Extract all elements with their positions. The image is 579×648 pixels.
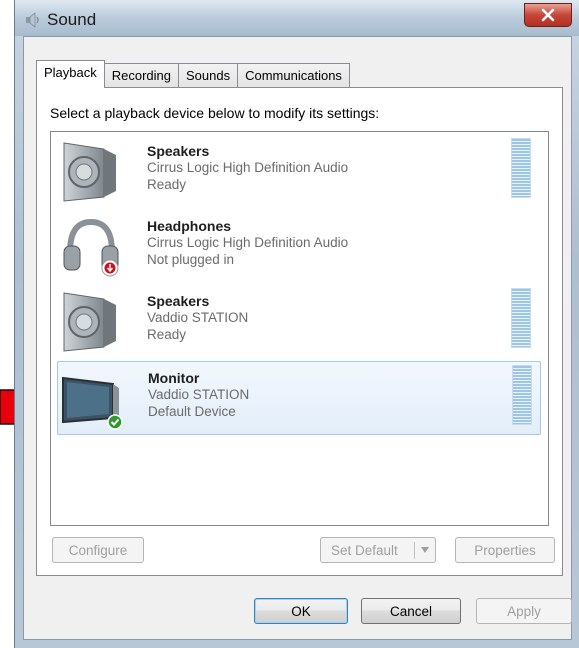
device-status: Default Device — [148, 404, 236, 419]
tab-playback[interactable]: Playback — [36, 60, 105, 88]
ok-button[interactable]: OK — [254, 598, 348, 624]
tab-strip: Playback Recording Sounds Communications — [36, 60, 350, 88]
device-driver: Cirrus Logic High Definition Audio — [147, 235, 349, 250]
tab-recording[interactable]: Recording — [103, 63, 180, 88]
device-driver: Vaddio STATION — [147, 310, 249, 325]
device-name: Headphones — [147, 218, 232, 234]
monitor-icon — [62, 376, 123, 430]
speaker-icon — [63, 142, 116, 202]
device-item-speakers-cirrus[interactable]: Speakers Cirrus Logic High Definition Au… — [57, 135, 539, 207]
apply-button[interactable]: Apply — [476, 598, 572, 624]
properties-button[interactable]: Properties — [455, 537, 555, 563]
device-item-headphones[interactable]: Headphones Cirrus Logic High Definition … — [57, 210, 539, 282]
properties-button-label: Properties — [474, 542, 536, 558]
configure-button[interactable]: Configure — [52, 537, 144, 563]
speaker-icon — [63, 292, 116, 352]
device-status: Not plugged in — [147, 252, 235, 267]
ok-button-label: OK — [291, 603, 311, 619]
cancel-button[interactable]: Cancel — [361, 598, 461, 624]
tab-sounds[interactable]: Sounds — [178, 63, 239, 88]
close-icon — [541, 8, 555, 22]
device-item-monitor[interactable]: Monitor Vaddio STATION Default Device — [57, 361, 541, 435]
volume-meter — [511, 288, 531, 348]
device-driver: Vaddio STATION — [148, 387, 250, 402]
tab-communications[interactable]: Communications — [237, 63, 350, 88]
device-name: Speakers — [147, 293, 210, 309]
close-button[interactable] — [524, 3, 572, 27]
headphones-icon — [63, 218, 119, 277]
volume-meter — [511, 138, 531, 198]
sound-window: Sound Playback Recording Sounds Communic… — [14, 0, 579, 648]
window-title: Sound — [47, 10, 97, 29]
set-default-button[interactable]: Set Default — [320, 537, 436, 563]
split-divider — [414, 542, 415, 559]
device-status: Ready — [147, 177, 187, 192]
playback-panel: Select a playback device below to modify… — [36, 87, 563, 576]
device-name: Monitor — [148, 370, 200, 386]
instruction-text: Select a playback device below to modify… — [50, 105, 380, 121]
speaker-app-icon — [26, 12, 39, 28]
chevron-down-icon[interactable] — [420, 546, 430, 554]
apply-button-label: Apply — [507, 603, 541, 619]
set-default-button-label: Set Default — [331, 542, 398, 558]
device-status: Ready — [147, 327, 187, 342]
device-list[interactable]: Speakers Cirrus Logic High Definition Au… — [50, 131, 549, 526]
cancel-button-label: Cancel — [389, 603, 433, 619]
configure-button-label: Configure — [68, 542, 128, 558]
device-item-speakers-vaddio[interactable]: Speakers Vaddio STATION Ready — [57, 285, 539, 357]
title-bar[interactable]: Sound — [15, 0, 579, 36]
device-name: Speakers — [147, 143, 210, 159]
dialog-body: Playback Recording Sounds Communications… — [23, 36, 572, 640]
device-driver: Cirrus Logic High Definition Audio — [147, 160, 349, 175]
volume-meter — [512, 365, 532, 425]
